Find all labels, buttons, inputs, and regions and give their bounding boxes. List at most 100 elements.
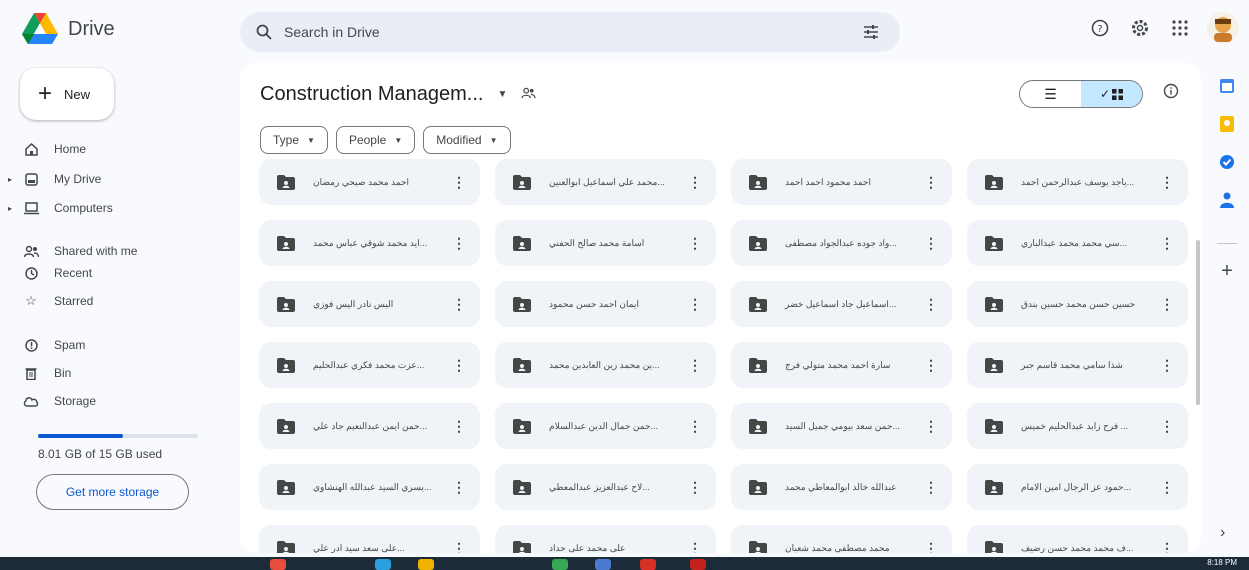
sidebar-item-computers[interactable]: ▸ Computers — [8, 197, 210, 219]
more-options-icon[interactable]: ⋮ — [452, 541, 466, 553]
account-avatar[interactable] — [1207, 12, 1239, 44]
folder-card[interactable]: احمد محمود احمد احمد ⋮ — [731, 159, 952, 205]
folder-card[interactable]: ...لاح عبدالعزيز عبدالمعطي ⋮ — [495, 464, 716, 510]
sidebar-item-shared[interactable]: Shared with me — [20, 240, 210, 262]
taskbar-app-icon[interactable] — [418, 559, 434, 570]
filter-modified[interactable]: Modified ▼ — [423, 126, 511, 154]
taskbar-app-icon[interactable] — [640, 559, 656, 570]
shared-folder-icon[interactable] — [521, 86, 536, 104]
filter-people[interactable]: People ▼ — [335, 126, 416, 154]
more-options-icon[interactable]: ⋮ — [1160, 297, 1174, 311]
folder-menu-dropdown-icon[interactable]: ▼ — [497, 89, 507, 100]
folder-card[interactable]: ...واد جوده عبدالجواد مصطفى ⋮ — [731, 220, 952, 266]
folder-card[interactable]: ...محمد علي اسماعيل ابوالعنين ⋮ — [495, 159, 716, 205]
search-icon[interactable] — [256, 24, 272, 40]
more-options-icon[interactable]: ⋮ — [924, 175, 938, 189]
chevron-right-icon[interactable]: › — [1220, 524, 1225, 542]
more-options-icon[interactable]: ⋮ — [1160, 419, 1174, 433]
folder-card[interactable]: ايمان احمد حسن محمود ⋮ — [495, 281, 716, 327]
more-options-icon[interactable]: ⋮ — [688, 358, 702, 372]
taskbar-app-icon[interactable] — [690, 559, 706, 570]
folder-card[interactable]: على محمد على حداد ⋮ — [495, 525, 716, 553]
expand-arrow-icon[interactable]: ▸ — [8, 175, 12, 184]
taskbar-app-icon[interactable] — [552, 559, 568, 570]
more-options-icon[interactable]: ⋮ — [688, 480, 702, 494]
list-view-button[interactable]: ☰ — [1020, 81, 1081, 107]
tune-icon[interactable] — [862, 23, 880, 41]
folder-card[interactable]: ...ف محمد محمد حسن رضيف ⋮ — [967, 525, 1188, 553]
folder-card[interactable]: شذا سامي محمد قاسم جبر ⋮ — [967, 342, 1188, 388]
more-options-icon[interactable]: ⋮ — [688, 541, 702, 553]
folder-card[interactable]: ...ياجد يوسف عبدالرحمن احمد ⋮ — [967, 159, 1188, 205]
more-options-icon[interactable]: ⋮ — [924, 541, 938, 553]
more-options-icon[interactable]: ⋮ — [924, 236, 938, 250]
scrollbar[interactable] — [1196, 240, 1200, 405]
add-icon[interactable]: + — [1216, 260, 1238, 282]
taskbar-app-icon[interactable] — [270, 559, 286, 570]
more-options-icon[interactable]: ⋮ — [688, 297, 702, 311]
more-options-icon[interactable]: ⋮ — [452, 297, 466, 311]
sidebar-item-starred[interactable]: ☆ Starred — [20, 290, 210, 312]
expand-arrow-icon[interactable]: ▸ — [8, 204, 12, 213]
sidebar-item-storage[interactable]: Storage — [20, 390, 210, 412]
folder-card[interactable]: ...سي محمد محمد عبدالباري ⋮ — [967, 220, 1188, 266]
sidebar-item-recent[interactable]: Recent — [20, 262, 210, 284]
folder-card[interactable]: حسين حسن محمد حسين بندق ⋮ — [967, 281, 1188, 327]
folder-card[interactable]: ...ين محمد زين العابدين محمد ⋮ — [495, 342, 716, 388]
keep-icon[interactable] — [1216, 113, 1238, 135]
more-options-icon[interactable]: ⋮ — [452, 480, 466, 494]
more-options-icon[interactable]: ⋮ — [924, 480, 938, 494]
more-options-icon[interactable]: ⋮ — [452, 236, 466, 250]
more-options-icon[interactable]: ⋮ — [452, 175, 466, 189]
folder-card[interactable]: سارة احمد محمد متولي فرج ⋮ — [731, 342, 952, 388]
more-options-icon[interactable]: ⋮ — [1160, 175, 1174, 189]
calendar-icon[interactable] — [1216, 75, 1238, 97]
sidebar-item-my-drive[interactable]: ▸ My Drive — [8, 168, 210, 190]
drive-logo[interactable]: Drive — [22, 13, 115, 45]
folder-card[interactable]: ... فرح زايد عبدالحليم خميس ⋮ — [967, 403, 1188, 449]
folder-card[interactable]: ...عزت محمد فكري عبدالحليم ⋮ — [259, 342, 480, 388]
folder-card[interactable]: ...يسري السيد عبدالله الهنشاوي ⋮ — [259, 464, 480, 510]
apps-icon[interactable] — [1167, 15, 1193, 41]
folder-card[interactable]: ...ايد محمد شوقي عباس محمد ⋮ — [259, 220, 480, 266]
taskbar-app-icon[interactable] — [595, 559, 611, 570]
more-options-icon[interactable]: ⋮ — [688, 419, 702, 433]
folder-card[interactable]: محمد مصطفى محمد شعبان ⋮ — [731, 525, 952, 553]
more-options-icon[interactable]: ⋮ — [924, 358, 938, 372]
sidebar-item-bin[interactable]: Bin — [20, 362, 210, 384]
more-options-icon[interactable]: ⋮ — [688, 236, 702, 250]
more-options-icon[interactable]: ⋮ — [1160, 358, 1174, 372]
sidebar-item-home[interactable]: Home — [20, 138, 210, 160]
get-more-storage-button[interactable]: Get more storage — [36, 474, 189, 510]
folder-card[interactable]: ...على سعد سيد ادر علي ⋮ — [259, 525, 480, 553]
folder-card[interactable]: اسامة محمد صالح الحفني ⋮ — [495, 220, 716, 266]
folder-card[interactable]: ...حمن جمال الدين عبدالسلام ⋮ — [495, 403, 716, 449]
more-options-icon[interactable]: ⋮ — [688, 175, 702, 189]
tasks-icon[interactable] — [1216, 151, 1238, 173]
search-bar[interactable]: Search in Drive — [240, 12, 900, 52]
search-input[interactable]: Search in Drive — [284, 24, 380, 40]
folder-card[interactable]: ...حمن ايمن عبدالنعيم جاد علي ⋮ — [259, 403, 480, 449]
folder-card[interactable]: ...اسماعيل جاد اسماعيل خضر ⋮ — [731, 281, 952, 327]
more-options-icon[interactable]: ⋮ — [1160, 480, 1174, 494]
folder-title[interactable]: Construction Managem... — [260, 83, 483, 106]
taskbar-app-icon[interactable] — [375, 559, 391, 570]
folder-card[interactable]: عبدالله خالد ابوالمعاطي محمد ⋮ — [731, 464, 952, 510]
folder-card[interactable]: ...حمن سعد بيومي جميل السيد ⋮ — [731, 403, 952, 449]
folder-card[interactable]: ...حمود عز الرجال امين الامام ⋮ — [967, 464, 1188, 510]
more-options-icon[interactable]: ⋮ — [452, 419, 466, 433]
settings-icon[interactable] — [1127, 15, 1153, 41]
filter-type[interactable]: Type ▼ — [260, 126, 328, 154]
help-icon[interactable]: ? — [1087, 15, 1113, 41]
more-options-icon[interactable]: ⋮ — [924, 419, 938, 433]
contacts-icon[interactable] — [1216, 189, 1238, 211]
sidebar-item-spam[interactable]: Spam — [20, 334, 210, 356]
more-options-icon[interactable]: ⋮ — [1160, 236, 1174, 250]
more-options-icon[interactable]: ⋮ — [924, 297, 938, 311]
folder-card[interactable]: اليس نادر اليس فوزي ⋮ — [259, 281, 480, 327]
folder-card[interactable]: احمد محمد صبحي رمضان ⋮ — [259, 159, 480, 205]
info-icon[interactable] — [1163, 83, 1179, 104]
more-options-icon[interactable]: ⋮ — [1160, 541, 1174, 553]
new-button[interactable]: + New — [20, 68, 114, 120]
grid-view-button[interactable]: ✓ — [1081, 81, 1142, 107]
